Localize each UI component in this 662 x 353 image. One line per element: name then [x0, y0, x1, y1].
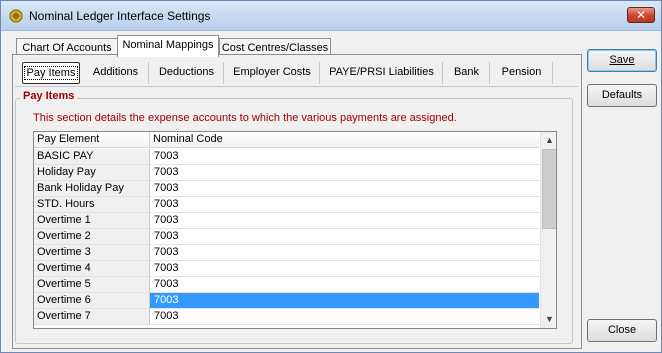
tab-label: Cost Centres/Classes: [221, 42, 329, 54]
nominal-code-cell[interactable]: 7003: [150, 197, 539, 213]
subtab-label: PAYE/PRSI Liabilities: [329, 66, 434, 78]
window-title: Nominal Ledger Interface Settings: [29, 9, 211, 23]
table-row-selected[interactable]: Overtime 6 7003: [34, 293, 539, 309]
table-row[interactable]: Overtime 2 7003: [34, 229, 539, 245]
defaults-button[interactable]: Defaults: [587, 84, 657, 107]
close-button[interactable]: Close: [587, 319, 657, 342]
nominal-code-cell[interactable]: 7003: [150, 213, 539, 229]
subtab-label: Deductions: [158, 66, 215, 78]
tab-label: Chart Of Accounts: [22, 42, 112, 54]
scroll-thumb[interactable]: [542, 149, 556, 229]
group-title: Pay Items: [20, 90, 78, 102]
pay-element-cell: STD. Hours: [34, 197, 150, 213]
subtab-bank[interactable]: Bank: [444, 62, 490, 84]
subtab-label: Pension: [501, 66, 542, 78]
pay-element-cell: Bank Holiday Pay: [34, 181, 150, 197]
subtab-pension[interactable]: Pension: [491, 62, 553, 84]
tab-label: Nominal Mappings: [122, 39, 214, 51]
close-icon: ✕: [635, 8, 647, 22]
subtab-label: Employer Costs: [233, 66, 311, 78]
close-button-label: Close: [607, 324, 637, 336]
table-row[interactable]: Overtime 3 7003: [34, 245, 539, 261]
tab-nominal-mappings[interactable]: Nominal Mappings: [117, 35, 219, 57]
table-row[interactable]: Overtime 5 7003: [34, 277, 539, 293]
nominal-code-cell[interactable]: 7003: [150, 277, 539, 293]
subtab-pay-items[interactable]: Pay Items: [22, 62, 80, 84]
window-close-button[interactable]: ✕: [627, 7, 655, 23]
title-bar: Nominal Ledger Interface Settings ✕: [1, 1, 661, 31]
scroll-down-arrow-icon[interactable]: ▼: [541, 311, 556, 328]
nominal-code-cell[interactable]: 7003: [150, 309, 539, 325]
table-row[interactable]: STD. Hours 7003: [34, 197, 539, 213]
table-row[interactable]: Bank Holiday Pay 7003: [34, 181, 539, 197]
pay-element-cell: BASIC PAY: [34, 149, 150, 165]
pay-element-cell: Overtime 6: [34, 293, 150, 309]
app-icon: [9, 9, 23, 23]
defaults-button-label: Defaults: [601, 89, 643, 101]
subtab-employer-costs[interactable]: Employer Costs: [225, 62, 320, 84]
pay-element-cell: Overtime 4: [34, 261, 150, 277]
table-row[interactable]: BASIC PAY 7003: [34, 149, 539, 165]
column-header-pay-element[interactable]: Pay Element: [34, 132, 150, 148]
pay-element-cell: Holiday Pay: [34, 165, 150, 181]
save-button[interactable]: Save: [587, 49, 657, 72]
subtab-paye-prsi-liabilities[interactable]: PAYE/PRSI Liabilities: [321, 62, 443, 84]
subtab-divider: [15, 86, 578, 87]
settings-window: Nominal Ledger Interface Settings ✕ Char…: [0, 0, 662, 353]
nominal-code-cell[interactable]: 7003: [150, 261, 539, 277]
subtab-label: Additions: [92, 66, 139, 78]
table-row[interactable]: Overtime 4 7003: [34, 261, 539, 277]
grid-vertical-scrollbar[interactable]: ▲ ▼: [540, 132, 556, 328]
subtab-deductions[interactable]: Deductions: [150, 62, 224, 84]
pay-element-cell: Overtime 7: [34, 309, 150, 325]
nominal-code-cell[interactable]: 7003: [150, 245, 539, 261]
nominal-code-cell[interactable]: 7003: [150, 181, 539, 197]
nominal-code-cell[interactable]: 7003: [150, 293, 539, 309]
column-header-nominal-code[interactable]: Nominal Code: [150, 132, 539, 148]
table-row[interactable]: Overtime 1 7003: [34, 213, 539, 229]
nominal-code-cell[interactable]: 7003: [150, 149, 539, 165]
subtab-additions[interactable]: Additions: [83, 62, 149, 84]
subtab-label: Pay Items: [23, 66, 79, 80]
scroll-up-arrow-icon[interactable]: ▲: [541, 132, 556, 149]
grid-header: Pay Element Nominal Code: [34, 132, 539, 148]
table-row[interactable]: Overtime 7 7003: [34, 309, 539, 325]
nominal-code-cell[interactable]: 7003: [150, 165, 539, 181]
pay-element-cell: Overtime 3: [34, 245, 150, 261]
subtab-label: Bank: [453, 66, 480, 78]
pay-element-cell: Overtime 1: [34, 213, 150, 229]
save-button-label: Save: [609, 54, 635, 66]
pay-items-grid[interactable]: Pay Element Nominal Code BASIC PAY 7003 …: [33, 131, 557, 329]
table-row[interactable]: Holiday Pay 7003: [34, 165, 539, 181]
pay-element-cell: Overtime 5: [34, 277, 150, 293]
group-description: This section details the expense account…: [33, 112, 457, 124]
nominal-code-cell[interactable]: 7003: [150, 229, 539, 245]
pay-element-cell: Overtime 2: [34, 229, 150, 245]
